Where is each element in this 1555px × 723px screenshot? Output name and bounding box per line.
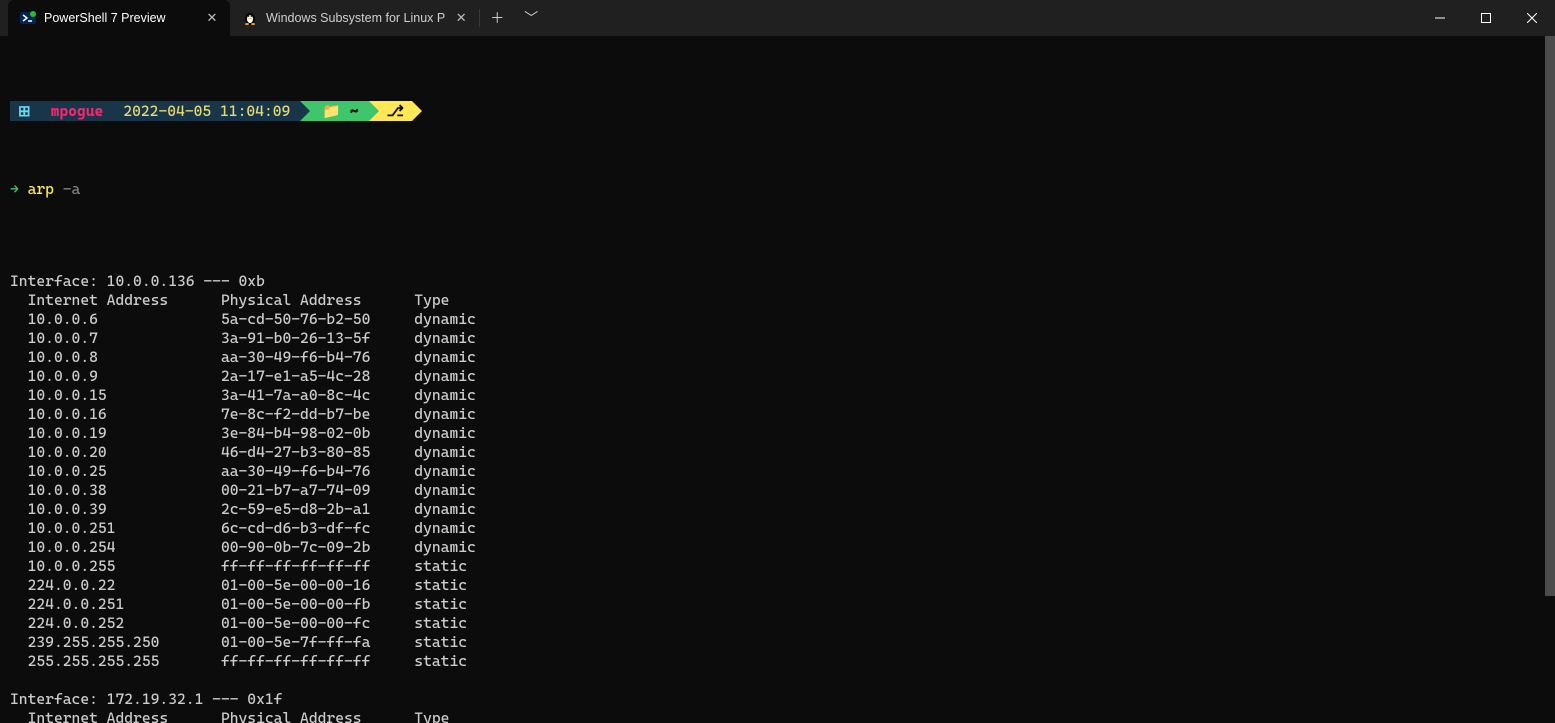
minimize-icon xyxy=(1435,13,1445,23)
arp-row: 10.0.0.20 46-d4-27-b3-80-85 dynamic xyxy=(10,443,1545,462)
maximize-button[interactable] xyxy=(1463,0,1509,36)
tab-strip: PowerShell 7 Preview ✕ Windows Subsystem… xyxy=(0,0,548,36)
arp-row: 10.0.0.251 6c-cd-d6-b3-df-fc dynamic xyxy=(10,519,1545,538)
close-tab-icon[interactable]: ✕ xyxy=(453,10,469,26)
terminal-viewport[interactable]: ⊞ mpogue 2022-04-05 11:04:09 📁 ~ ⎇ → arp… xyxy=(0,36,1555,723)
windows-icon: ⊞ xyxy=(18,102,31,121)
arp-row: 10.0.0.38 00-21-b7-a7-74-09 dynamic xyxy=(10,481,1545,500)
close-icon xyxy=(1527,13,1537,23)
tab-dropdown-button[interactable]: ﹀ xyxy=(514,8,548,28)
window-controls xyxy=(1417,0,1555,36)
prompt: ⊞ mpogue 2022-04-05 11:04:09 📁 ~ ⎇ xyxy=(10,101,1545,121)
folder-icon: 📁 xyxy=(322,102,341,121)
powerline-arrow-icon xyxy=(412,101,422,121)
command-output: Interface: 10.0.0.136 --- 0xbInternet Ad… xyxy=(10,272,1545,723)
command-args: -a xyxy=(63,180,81,198)
tab-actions: ＋ ﹀ xyxy=(480,0,548,36)
time-segment: 2022-04-05 11:04:09 xyxy=(113,101,300,121)
arp-row: 10.0.0.8 aa-30-49-f6-b4-76 dynamic xyxy=(10,348,1545,367)
powerline-arrow-icon xyxy=(369,101,379,121)
arp-row: 10.0.0.7 3a-91-b0-26-13-5f dynamic xyxy=(10,329,1545,348)
arp-row: 10.0.0.6 5a-cd-50-76-b2-50 dynamic xyxy=(10,310,1545,329)
minimize-button[interactable] xyxy=(1417,0,1463,36)
arp-row: 255.255.255.255 ff-ff-ff-ff-ff-ff static xyxy=(10,652,1545,671)
powershell-icon xyxy=(20,10,36,26)
arp-row: 10.0.0.15 3a-41-7a-a0-8c-4c dynamic xyxy=(10,386,1545,405)
tab-wsl[interactable]: Windows Subsystem for Linux P ✕ xyxy=(230,0,479,36)
prompt-symbol: → xyxy=(10,180,19,198)
linux-icon xyxy=(242,10,258,26)
tab-title: Windows Subsystem for Linux P xyxy=(266,11,445,25)
arp-row: 224.0.0.22 01-00-5e-00-00-16 static xyxy=(10,576,1545,595)
arp-row: 10.0.0.255 ff-ff-ff-ff-ff-ff static xyxy=(10,557,1545,576)
arp-row: 10.0.0.25 aa-30-49-f6-b4-76 dynamic xyxy=(10,462,1545,481)
git-segment: ⎇ xyxy=(379,101,412,121)
arp-row: 239.255.255.250 01-00-5e-7f-ff-fa static xyxy=(10,633,1545,652)
arp-row: 10.0.0.39 2c-59-e5-d8-2b-a1 dynamic xyxy=(10,500,1545,519)
arp-row: 10.0.0.9 2a-17-e1-a5-4c-28 dynamic xyxy=(10,367,1545,386)
command-name: arp xyxy=(28,180,54,198)
arp-row: 224.0.0.251 01-00-5e-00-00-fb static xyxy=(10,595,1545,614)
arp-row: 10.0.0.16 7e-8c-f2-dd-b7-be dynamic xyxy=(10,405,1545,424)
arp-row: 10.0.0.254 00-90-0b-7c-09-2b dynamic xyxy=(10,538,1545,557)
interface-header: Interface: 10.0.0.136 --- 0xb xyxy=(10,272,1545,291)
blank-line xyxy=(10,671,1545,690)
path-segment: 📁 ~ xyxy=(310,101,368,121)
column-headers: Internet Address Physical Address Type xyxy=(10,709,1545,723)
branch-icon: ⎇ xyxy=(387,102,404,121)
vertical-scrollbar[interactable] xyxy=(1543,36,1555,723)
column-headers: Internet Address Physical Address Type xyxy=(10,291,1545,310)
interface-header: Interface: 172.19.32.1 --- 0x1f xyxy=(10,690,1545,709)
os-segment: ⊞ xyxy=(10,101,41,121)
powerline-arrow-icon xyxy=(300,101,310,121)
tab-title: PowerShell 7 Preview xyxy=(44,11,196,25)
new-tab-button[interactable]: ＋ xyxy=(480,8,514,28)
command-line: → arp -a xyxy=(10,180,1545,199)
title-bar: PowerShell 7 Preview ✕ Windows Subsystem… xyxy=(0,0,1555,36)
path-text: ~ xyxy=(350,102,359,121)
user-segment: mpogue xyxy=(41,101,114,121)
close-tab-icon[interactable]: ✕ xyxy=(204,10,220,26)
scrollbar-thumb[interactable] xyxy=(1545,36,1555,596)
close-window-button[interactable] xyxy=(1509,0,1555,36)
tab-powershell[interactable]: PowerShell 7 Preview ✕ xyxy=(8,0,230,36)
arp-row: 10.0.0.19 3e-84-b4-98-02-0b dynamic xyxy=(10,424,1545,443)
arp-row: 224.0.0.252 01-00-5e-00-00-fc static xyxy=(10,614,1545,633)
maximize-icon xyxy=(1481,13,1491,23)
titlebar-drag-area[interactable] xyxy=(548,0,1417,36)
